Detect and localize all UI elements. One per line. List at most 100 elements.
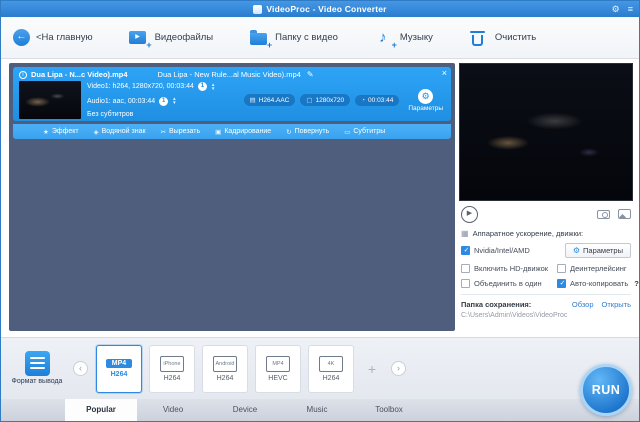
subtitle-track-label: Без субтитров (87, 111, 133, 118)
menu-icon[interactable]: ≡ (628, 1, 633, 17)
options-panel: ▦ Аппаратное ускорение, движки: Nvidia/I… (459, 225, 633, 319)
video-preview[interactable] (459, 63, 633, 201)
hw-engine-checkbox[interactable]: Nvidia/Intel/AMD (461, 246, 530, 255)
gear-icon: ⚙ (573, 246, 580, 255)
tab-music[interactable]: Music (281, 399, 353, 421)
clip-tab-rotate[interactable]: ↻ Повернуть (286, 128, 329, 136)
add-music-label: Музыку (400, 32, 433, 43)
checkbox-icon[interactable] (461, 279, 470, 288)
browse-link[interactable]: Обзор (572, 300, 594, 309)
remove-clip-button[interactable]: × (442, 68, 447, 78)
format-codec-label: H264 (323, 375, 340, 382)
output-format-label: Формат вывода (11, 378, 63, 387)
clip-tab-watermark[interactable]: ◈ Водяной знак (94, 128, 146, 136)
audio-track-number[interactable]: 1 (159, 97, 168, 106)
tab-toolbox[interactable]: Toolbox (353, 399, 425, 421)
settings-gear-icon[interactable]: ⚙ (612, 1, 620, 17)
trash-icon (472, 35, 483, 46)
video-track-number[interactable]: 1 (198, 82, 207, 91)
resolution-chip: ▢ 1280x720 (300, 94, 350, 106)
add-music-button[interactable]: ♪ + Музыку (372, 29, 433, 47)
play-button[interactable]: ▶ (461, 206, 478, 223)
format-chip-iphone-h264[interactable]: iPhone H264 (149, 345, 195, 393)
clear-list-button[interactable]: Очистить (467, 29, 536, 47)
resolution-value: 1280x720 (316, 97, 345, 104)
audio-track-toggle-icon[interactable]: ▲▼ (172, 97, 176, 105)
clock-icon: ◔ (361, 97, 365, 104)
crop-icon: ▣ (215, 128, 221, 136)
subtitles-icon: ▭ (344, 128, 350, 136)
clip-tab-subtitles[interactable]: ▭ Субтитры (344, 128, 385, 136)
checkbox-checked-icon[interactable] (557, 279, 566, 288)
format-chip-mp4-hevc[interactable]: MP4 HEVC (255, 345, 301, 393)
rename-pencil-icon[interactable]: ✎ (307, 70, 314, 79)
clip-tab-cut[interactable]: ✂ Вырезать (161, 128, 201, 136)
back-home-label: <На главную (36, 32, 93, 43)
divider (461, 294, 631, 295)
category-tabs: Popular Video Device Music Toolbox (1, 399, 639, 421)
save-path: C:\Users\Admin\Videos\VideoProc (461, 312, 631, 319)
info-icon[interactable]: i (19, 71, 27, 79)
hw-params-button[interactable]: ⚙ Параметры (565, 243, 631, 258)
phone-screen-icon: iPhone (160, 356, 184, 372)
format-chip-mp4-h264[interactable]: MP4 H264 (96, 345, 142, 393)
add-video-files-button[interactable]: + Видеофайлы (127, 29, 214, 47)
video-file-icon (129, 31, 146, 44)
add-video-folder-button[interactable]: + Папку с видео (247, 29, 338, 47)
device-screen-icon: Android (213, 356, 237, 372)
snapshot-gallery-icon[interactable] (618, 209, 631, 219)
format-codec-label: HEVC (268, 375, 287, 382)
right-panel: ▶ ▦ Аппаратное ускорение, движки: Nvidia… (457, 59, 639, 337)
checkbox-checked-icon[interactable] (461, 246, 470, 255)
back-arrow-icon: ← (13, 29, 30, 46)
hd-engine-checkbox[interactable]: Включить HD-движок (461, 264, 557, 273)
add-format-button[interactable]: + (361, 345, 383, 393)
deinterlacing-checkbox[interactable]: Деинтерлейсинг (557, 264, 639, 273)
codec-options-button[interactable]: ⚙ Параметры (408, 89, 443, 112)
videoproc-window: VideoProc - Video Converter ⚙ ≡ ← <На гл… (0, 0, 640, 422)
chip-icon: ▦ (461, 229, 469, 238)
scroll-right-button[interactable]: › (391, 361, 406, 376)
plus-icon: + (267, 41, 272, 50)
video-track-toggle-icon[interactable]: ▲▼ (211, 83, 215, 91)
clip-tab-effect[interactable]: ★ Эффект (43, 128, 79, 136)
output-format-icon (25, 351, 50, 376)
subtitle-track-row: Без субтитров (87, 111, 238, 118)
video-track-label: Video1: h264, 1280x720, 00:03:44 (87, 83, 194, 90)
add-video-files-label: Видеофайлы (155, 32, 214, 43)
effect-icon: ★ (43, 128, 49, 136)
add-video-folder-label: Папку с видео (275, 32, 338, 43)
codec-options-label: Параметры (408, 105, 443, 112)
clip-card[interactable]: × i Dua Lipa - N...c Video).mp4 Dua Lipa… (13, 67, 451, 121)
music-note-icon: ♪ (379, 30, 387, 46)
clip-thumbnail[interactable] (19, 81, 81, 119)
rotate-icon: ↻ (286, 128, 291, 136)
tab-video[interactable]: Video (137, 399, 209, 421)
folder-icon (250, 33, 267, 45)
back-home-button[interactable]: ← <На главную (13, 29, 93, 46)
merge-checkbox[interactable]: Объединить в один (461, 279, 557, 288)
clip-tab-crop[interactable]: ▣ Кадрирование (215, 128, 271, 136)
scissors-icon: ✂ (161, 128, 166, 136)
tab-device[interactable]: Device (209, 399, 281, 421)
open-link[interactable]: Открыть (602, 300, 631, 309)
run-button[interactable]: RUN (580, 364, 632, 416)
codec-chip: ▤ H264.AAC (244, 94, 296, 106)
scroll-left-button[interactable]: ‹ (73, 361, 88, 376)
help-icon[interactable]: ? (634, 279, 639, 288)
format-chip-4k-h264[interactable]: 4K H264 (308, 345, 354, 393)
checkbox-icon[interactable] (461, 264, 470, 273)
tab-popular[interactable]: Popular (65, 399, 137, 421)
snapshot-camera-icon[interactable] (597, 210, 610, 219)
output-format-button[interactable]: Формат вывода (9, 351, 65, 387)
auto-copy-checkbox[interactable]: Авто-копировать ? (557, 279, 639, 288)
clip-edit-toolbar: ★ Эффект ◈ Водяной знак ✂ Вырезать ▣ Кад… (13, 124, 451, 139)
codec-value: H264.AAC (259, 97, 290, 104)
codec-icon: ▤ (250, 96, 256, 104)
format-chip-android-h264[interactable]: Android H264 (202, 345, 248, 393)
video-track-row: Video1: h264, 1280x720, 00:03:44 1 ▲▼ (87, 82, 238, 91)
codec-gear-icon: ⚙ (418, 89, 433, 104)
app-icon (253, 5, 262, 14)
save-folder-label: Папка сохранения: (461, 300, 531, 309)
checkbox-icon[interactable] (557, 264, 566, 273)
